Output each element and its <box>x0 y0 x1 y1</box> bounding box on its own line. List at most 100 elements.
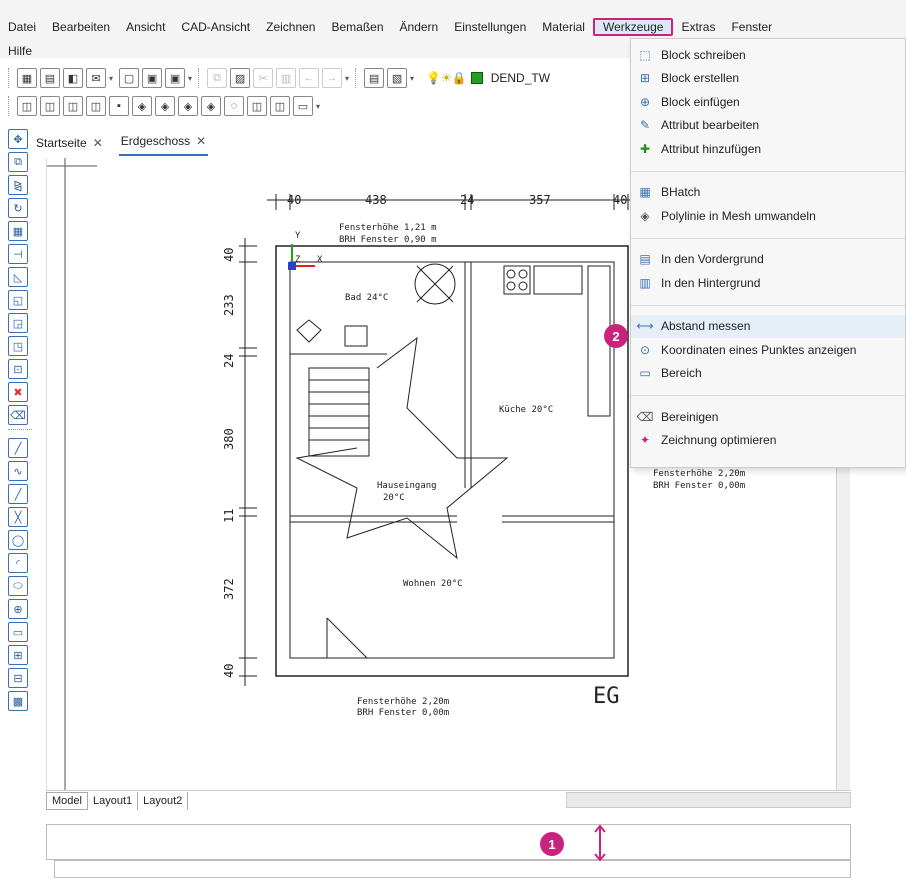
menu-item-block-schreiben[interactable]: ⬚ Block schreiben <box>631 43 905 67</box>
menu-item-bereich[interactable]: ▭ Bereich <box>631 362 905 386</box>
ray-icon[interactable]: ╱ <box>8 484 28 504</box>
menu-extras[interactable]: Extras <box>673 20 723 34</box>
menu-item-block-einfuegen[interactable]: ⊕ Block einfügen <box>631 90 905 114</box>
menu-cad-ansicht[interactable]: CAD-Ansicht <box>173 20 258 34</box>
chevron-down-icon[interactable]: ▾ <box>188 74 192 83</box>
command-input[interactable] <box>54 860 851 878</box>
view-front-icon[interactable]: ▪ <box>109 96 129 116</box>
viewport-1-icon[interactable]: ◫ <box>247 96 267 116</box>
toolbar-grip[interactable] <box>8 68 11 88</box>
menu-item-attribut-hinzufuegen[interactable]: ✚ Attribut hinzufügen <box>631 137 905 161</box>
view-iso-sw-icon[interactable]: ◈ <box>132 96 152 116</box>
menu-material[interactable]: Material <box>534 20 593 34</box>
rectangle-icon[interactable]: ▭ <box>8 622 28 642</box>
view-left-icon[interactable]: ◫ <box>63 96 83 116</box>
menu-einstellungen[interactable]: Einstellungen <box>446 20 534 34</box>
menu-item-block-erstellen[interactable]: ⊞ Block erstellen <box>631 67 905 91</box>
ellipse-icon[interactable]: ⬭ <box>8 576 28 596</box>
resize-arrow-icon[interactable] <box>594 824 606 862</box>
layer-selector[interactable]: 💡☀🔒 DEND_TW <box>426 71 550 85</box>
menu-ansicht[interactable]: Ansicht <box>118 20 173 34</box>
menu-aendern[interactable]: Ändern <box>392 20 447 34</box>
mirror-icon[interactable]: ⧎ <box>8 175 28 195</box>
viewport-3-icon[interactable]: ▭ <box>293 96 313 116</box>
toolbar-grip[interactable] <box>198 68 201 88</box>
menu-item-bhatch[interactable]: ▦ BHatch <box>631 181 905 205</box>
menu-zeichnen[interactable]: Zeichnen <box>258 20 323 34</box>
menu-item-abstand-messen[interactable]: ⟷ Abstand messen <box>631 314 905 338</box>
stretch-icon[interactable]: ◱ <box>8 290 28 310</box>
menu-item-hintergrund[interactable]: ▥ In den Hintergrund <box>631 271 905 295</box>
clipboard-icon[interactable]: ▥ <box>276 68 297 88</box>
move-icon[interactable]: ✥ <box>8 129 28 149</box>
arc-icon[interactable]: ◜ <box>8 553 28 573</box>
line-icon[interactable]: ╱ <box>8 438 28 458</box>
chevron-down-icon[interactable]: ▾ <box>410 74 414 83</box>
view-bottom-icon[interactable]: ◫ <box>40 96 60 116</box>
toolbar-grip[interactable] <box>355 68 358 88</box>
layout-tab-layout2[interactable]: Layout2 <box>138 791 189 810</box>
scale-icon[interactable]: ◲ <box>8 313 28 333</box>
array-icon[interactable]: ▦ <box>8 221 28 241</box>
chevron-down-icon[interactable]: ▾ <box>345 74 349 83</box>
new-file-icon[interactable]: ▢ <box>119 68 140 88</box>
vertical-scrollbar[interactable] <box>836 440 850 808</box>
menu-hilfe[interactable]: Hilfe <box>0 44 40 58</box>
mail-icon[interactable]: ✉ <box>86 68 106 88</box>
close-icon[interactable]: ✕ <box>93 136 103 150</box>
layer-manager-icon[interactable]: ▤ <box>364 68 385 88</box>
layout-tab-model[interactable]: Model <box>46 791 88 810</box>
calculator-icon[interactable]: ▦ <box>17 68 37 88</box>
save-all-icon[interactable]: ▣ <box>165 68 186 88</box>
close-icon[interactable]: ✕ <box>196 134 206 148</box>
create-block-icon[interactable]: ⊟ <box>8 668 28 688</box>
menu-item-attribut-bearbeiten[interactable]: ✎ Attribut bearbeiten <box>631 114 905 138</box>
chevron-down-icon[interactable]: ▾ <box>109 74 113 83</box>
offset-icon[interactable]: ◳ <box>8 336 28 356</box>
circle-icon[interactable]: ◯ <box>8 530 28 550</box>
viewport-2-icon[interactable]: ◫ <box>270 96 290 116</box>
menu-bearbeiten[interactable]: Bearbeiten <box>44 20 118 34</box>
trim-icon[interactable]: ⊣ <box>8 244 28 264</box>
menu-bemassen[interactable]: Bemaßen <box>323 20 391 34</box>
view-right-icon[interactable]: ◫ <box>86 96 106 116</box>
hatch-tool-icon[interactable]: ▩ <box>8 691 28 711</box>
print-preview-icon[interactable]: ◧ <box>63 68 83 88</box>
cut-icon[interactable]: ✂ <box>253 68 274 88</box>
explode-icon[interactable]: ⊡ <box>8 359 28 379</box>
view-iso-nw-icon[interactable]: ◈ <box>201 96 221 116</box>
insert-block-icon[interactable]: ⊞ <box>8 645 28 665</box>
view-rotate-icon[interactable]: ◌ <box>224 96 244 116</box>
erase-icon[interactable]: ⌫ <box>8 405 28 425</box>
menu-item-bereinigen[interactable]: ⌫ Bereinigen <box>631 405 905 429</box>
tab-erdgeschoss[interactable]: Erdgeschoss ✕ <box>118 134 209 156</box>
point-icon[interactable]: ⊕ <box>8 599 28 619</box>
view-iso-se-icon[interactable]: ◈ <box>155 96 175 116</box>
spline-icon[interactable]: ∿ <box>8 461 28 481</box>
rotate-icon[interactable]: ↻ <box>8 198 28 218</box>
layer-state-icon[interactable]: ▧ <box>387 68 408 88</box>
menu-werkzeuge[interactable]: Werkzeuge <box>592 18 674 36</box>
menu-item-zeichnung-optimieren[interactable]: ✦ Zeichnung optimieren <box>631 429 905 453</box>
menu-item-polylinie-mesh[interactable]: ◈ Polylinie in Mesh umwandeln <box>631 204 905 228</box>
menu-item-vordergrund[interactable]: ▤ In den Vordergrund <box>631 248 905 272</box>
extend-icon[interactable]: ◺ <box>8 267 28 287</box>
xline-icon[interactable]: ╳ <box>8 507 28 527</box>
save-icon[interactable]: ▣ <box>142 68 163 88</box>
tab-startseite[interactable]: Startseite ✕ <box>34 136 105 156</box>
copy-icon[interactable]: ⧉ <box>207 68 228 88</box>
delete-icon[interactable]: ✖ <box>8 382 28 402</box>
menu-fenster[interactable]: Fenster <box>723 20 780 34</box>
copy-object-icon[interactable]: ⧉ <box>8 152 28 172</box>
view-iso-ne-icon[interactable]: ◈ <box>178 96 198 116</box>
menu-datei[interactable]: Datei <box>0 20 44 34</box>
redo-icon[interactable]: → <box>322 68 343 88</box>
view-top-icon[interactable]: ◫ <box>17 96 37 116</box>
layout-tab-layout1[interactable]: Layout1 <box>88 791 139 810</box>
horizontal-scrollbar[interactable] <box>566 792 851 808</box>
toolbar-grip[interactable] <box>8 96 11 116</box>
undo-icon[interactable]: ← <box>299 68 320 88</box>
paste-icon[interactable]: ▨ <box>230 68 251 88</box>
print-icon[interactable]: ▤ <box>40 68 60 88</box>
chevron-down-icon[interactable]: ▾ <box>316 102 320 111</box>
